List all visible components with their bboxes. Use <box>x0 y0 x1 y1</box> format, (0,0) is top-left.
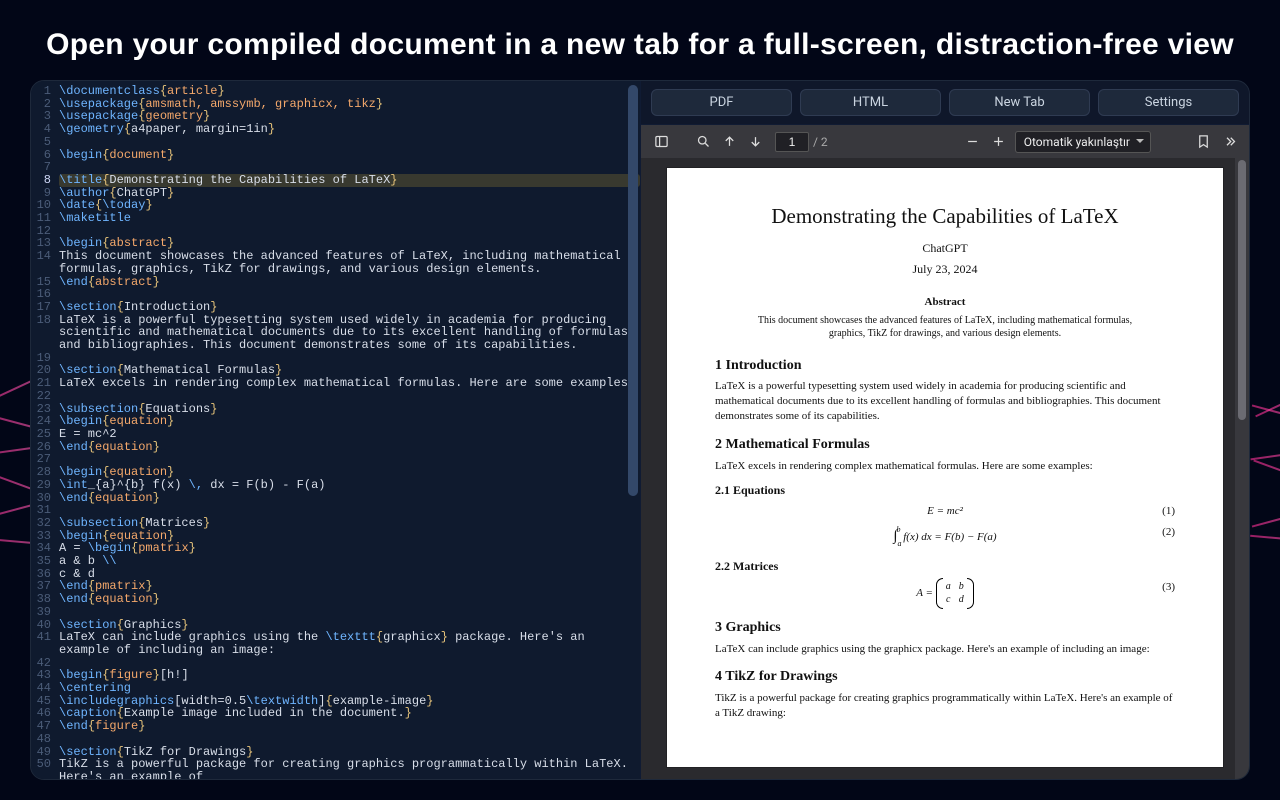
code-line[interactable]: 48 <box>31 733 640 746</box>
decorative-lines-right <box>1250 380 1280 600</box>
code-line[interactable]: 33\begin{equation} <box>31 530 640 543</box>
code-line[interactable]: 47\end{figure} <box>31 720 640 733</box>
code-line[interactable]: 7 <box>31 161 640 174</box>
tab-html[interactable]: HTML <box>800 89 941 116</box>
code-line[interactable]: 1\documentclass{article} <box>31 85 640 98</box>
code-line[interactable]: 23\subsection{Equations} <box>31 403 640 416</box>
subsection-equations: 2.1 Equations <box>715 482 1175 498</box>
app-frame: 1\documentclass{article}2\usepackage{ams… <box>30 80 1250 780</box>
code-line[interactable]: 38\end{equation} <box>31 593 640 606</box>
code-line[interactable]: 34A = \begin{pmatrix} <box>31 542 640 555</box>
code-line[interactable]: 36c & d <box>31 568 640 581</box>
search-icon[interactable] <box>693 132 713 152</box>
section-math: 2 Mathematical Formulas <box>715 436 1175 455</box>
equation-1: E = mc²(1) <box>715 504 1175 519</box>
code-line[interactable]: 16 <box>31 288 640 301</box>
code-line[interactable]: 19 <box>31 352 640 365</box>
code-line[interactable]: 3\usepackage{geometry} <box>31 110 640 123</box>
section-intro: 1 Introduction <box>715 357 1175 376</box>
code-line[interactable]: 26\end{equation} <box>31 441 640 454</box>
tab-pdf[interactable]: PDF <box>651 89 792 116</box>
section-graphics: 3 Graphics <box>715 619 1175 638</box>
code-line[interactable]: 6\begin{document} <box>31 149 640 162</box>
code-line[interactable]: 14This document showcases the advanced f… <box>31 250 640 275</box>
code-line[interactable]: 27 <box>31 453 640 466</box>
section-tikz: 4 TikZ for Drawings <box>715 668 1175 687</box>
pdf-viewer[interactable]: Demonstrating the Capabilities of LaTeX … <box>641 158 1249 779</box>
code-line[interactable]: 5 <box>31 136 640 149</box>
tikz-text: TikZ is a powerful package for creating … <box>715 691 1175 721</box>
code-line[interactable]: 30\end{equation} <box>31 492 640 505</box>
zoom-in-icon[interactable] <box>989 132 1009 152</box>
equation-3: A = abcd (3) <box>715 580 1175 607</box>
doc-author: ChatGPT <box>715 240 1175 256</box>
code-line[interactable]: 40\section{Graphics} <box>31 619 640 632</box>
doc-title: Demonstrating the Capabilities of LaTeX <box>715 202 1175 230</box>
bookmark-icon[interactable] <box>1193 132 1213 152</box>
code-line[interactable]: 20\section{Mathematical Formulas} <box>31 364 640 377</box>
code-line[interactable]: 46\caption{Example image included in the… <box>31 707 640 720</box>
intro-text: LaTeX is a powerful typesetting system u… <box>715 379 1175 424</box>
code-line[interactable]: 43\begin{figure}[h!] <box>31 669 640 682</box>
code-line[interactable]: 45\includegraphics[width=0.5\textwidth]{… <box>31 695 640 708</box>
more-icon[interactable] <box>1219 132 1239 152</box>
code-line[interactable]: 35a & b \\ <box>31 555 640 568</box>
preview-panel: PDF HTML New Tab Settings / 2 <box>640 81 1249 779</box>
code-line[interactable]: 12 <box>31 225 640 238</box>
equation-2: ∫ab f(x) dx = F(b) − F(a) (2) <box>715 525 1175 550</box>
code-line[interactable]: 15\end{abstract} <box>31 276 640 289</box>
pdf-page: Demonstrating the Capabilities of LaTeX … <box>667 168 1223 767</box>
page-down-icon[interactable] <box>745 132 765 152</box>
zoom-select[interactable]: Otomatik yakınlaştır <box>1015 131 1151 153</box>
code-line[interactable]: 31 <box>31 504 640 517</box>
code-line[interactable]: 37\end{pmatrix} <box>31 580 640 593</box>
preview-tabs: PDF HTML New Tab Settings <box>641 81 1249 124</box>
code-line[interactable]: 44\centering <box>31 682 640 695</box>
page-indicator: / 2 <box>775 132 828 152</box>
subsection-matrices: 2.2 Matrices <box>715 558 1175 574</box>
code-line[interactable]: 28\begin{equation} <box>31 466 640 479</box>
code-line[interactable]: 49\section{TikZ for Drawings} <box>31 746 640 759</box>
code-line[interactable]: 11\maketitle <box>31 212 640 225</box>
abstract-label: Abstract <box>715 295 1175 310</box>
code-line[interactable]: 9\author{ChatGPT} <box>31 187 640 200</box>
editor-scrollbar[interactable] <box>628 85 638 775</box>
doc-date: July 23, 2024 <box>715 261 1175 277</box>
code-line[interactable]: 8\title{Demonstrating the Capabilities o… <box>31 174 640 187</box>
code-line[interactable]: 39 <box>31 606 640 619</box>
abstract-text: This document showcases the advanced fea… <box>745 314 1145 341</box>
code-line[interactable]: 25E = mc^2 <box>31 428 640 441</box>
code-line[interactable]: 50TikZ is a powerful package for creatin… <box>31 758 640 779</box>
zoom-out-icon[interactable] <box>963 132 983 152</box>
code-line[interactable]: 4\geometry{a4paper, margin=1in} <box>31 123 640 136</box>
sidebar-toggle-icon[interactable] <box>651 132 671 152</box>
page-headline: Open your compiled document in a new tab… <box>0 0 1280 80</box>
decorative-lines-left <box>0 380 30 600</box>
code-line[interactable]: 13\begin{abstract} <box>31 237 640 250</box>
page-up-icon[interactable] <box>719 132 739 152</box>
viewer-scrollbar[interactable] <box>1235 158 1249 779</box>
page-total: / 2 <box>813 135 828 149</box>
code-line[interactable]: 10\date{\today} <box>31 199 640 212</box>
math-intro: LaTeX excels in rendering complex mathem… <box>715 459 1175 474</box>
pdf-toolbar: / 2 Otomatik yakınlaştır <box>641 124 1249 158</box>
code-line[interactable]: 22 <box>31 390 640 403</box>
code-line[interactable]: 42 <box>31 657 640 670</box>
page-number-input[interactable] <box>775 132 809 152</box>
tab-newtab[interactable]: New Tab <box>949 89 1090 116</box>
code-editor[interactable]: 1\documentclass{article}2\usepackage{ams… <box>31 81 640 779</box>
code-line[interactable]: 29\int_{a}^{b} f(x) \, dx = F(b) - F(a) <box>31 479 640 492</box>
code-line[interactable]: 21LaTeX excels in rendering complex math… <box>31 377 640 390</box>
code-line[interactable]: 17\section{Introduction} <box>31 301 640 314</box>
code-line[interactable]: 32\subsection{Matrices} <box>31 517 640 530</box>
code-line[interactable]: 41LaTeX can include graphics using the \… <box>31 631 640 656</box>
tab-settings[interactable]: Settings <box>1098 89 1239 116</box>
code-line[interactable]: 18LaTeX is a powerful typesetting system… <box>31 314 640 352</box>
code-line[interactable]: 2\usepackage{amsmath, amssymb, graphicx,… <box>31 98 640 111</box>
graphics-text: LaTeX can include graphics using the gra… <box>715 642 1175 657</box>
code-line[interactable]: 24\begin{equation} <box>31 415 640 428</box>
